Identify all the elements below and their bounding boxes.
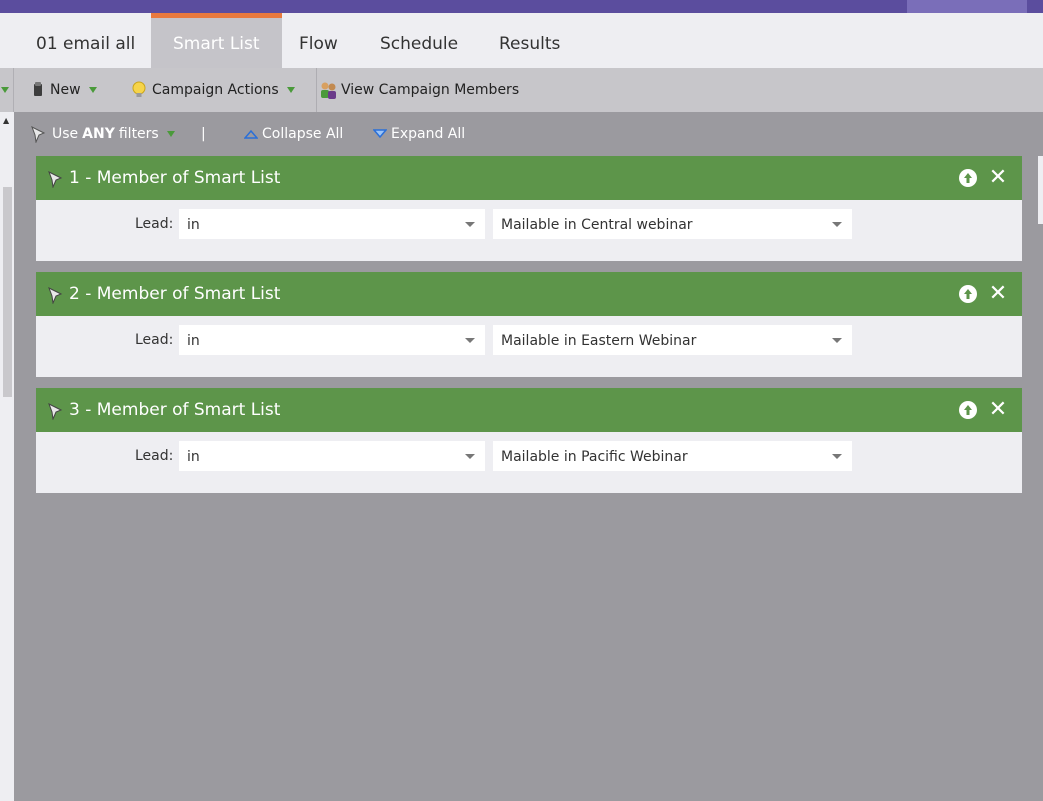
operator-select[interactable]: in	[179, 441, 485, 471]
filter-logic-suffix: filters	[118, 126, 159, 142]
lead-label: Lead:	[135, 332, 174, 348]
tab-01-email-all[interactable]: 01 email all	[14, 13, 157, 68]
filter-options-bar: Use ANY filters | Collapse All Expand Al…	[14, 112, 1043, 156]
operator-value: in	[187, 449, 200, 465]
collapse-all-label: Collapse All	[262, 126, 344, 142]
new-button-label: New	[50, 82, 81, 98]
funnel-icon	[48, 286, 63, 304]
move-up-button[interactable]	[959, 285, 977, 303]
chevron-down-icon	[465, 222, 475, 227]
scroll-up-icon[interactable]: ▲	[3, 116, 9, 125]
close-icon[interactable]: ✕	[988, 398, 1008, 422]
campaign-actions-button[interactable]: Campaign Actions	[132, 68, 295, 112]
close-icon[interactable]: ✕	[988, 166, 1008, 190]
arrow-up-icon	[964, 173, 972, 183]
filter-logic-mode: ANY	[82, 126, 115, 142]
filter-card-title: 1 - Member of Smart List	[69, 168, 281, 188]
smart-list-value: Mailable in Eastern Webinar	[501, 333, 697, 349]
funnel-icon	[48, 170, 63, 188]
view-campaign-members-button[interactable]: View Campaign Members	[319, 68, 519, 112]
filterbar-separator: |	[201, 126, 206, 142]
people-icon	[321, 82, 336, 99]
expand-all-button[interactable]: Expand All	[373, 112, 465, 156]
toolbar: New Campaign Actions View Campaign Membe…	[14, 68, 1043, 112]
right-panel-edge	[1038, 156, 1043, 224]
view-campaign-members-label: View Campaign Members	[341, 82, 520, 98]
tree-toggle[interactable]	[0, 68, 14, 112]
chevron-down-icon	[832, 338, 842, 343]
tab-smart-list[interactable]: Smart List	[151, 13, 282, 68]
chevron-down-icon	[832, 454, 842, 459]
lead-label: Lead:	[135, 448, 174, 464]
smart-list-value: Mailable in Central webinar	[501, 217, 693, 233]
filter-logic-dropdown[interactable]: Use ANY filters	[30, 112, 175, 156]
header-chip[interactable]	[907, 0, 1027, 13]
filter-card-header[interactable]: 1 - Member of Smart List ✕	[36, 156, 1022, 200]
top-header-bar	[0, 0, 1043, 13]
left-scrollbar[interactable]: ▲	[0, 112, 14, 801]
filter-card-title: 3 - Member of Smart List	[69, 400, 281, 420]
expand-all-label: Expand All	[391, 126, 466, 142]
lead-label: Lead:	[135, 216, 174, 232]
operator-value: in	[187, 333, 200, 349]
new-document-icon	[34, 82, 42, 96]
tab-schedule[interactable]: Schedule	[358, 13, 480, 68]
smart-list-select[interactable]: Mailable in Pacific Webinar	[493, 441, 852, 471]
chevron-down-icon	[88, 87, 97, 93]
smart-list-value: Mailable in Pacific Webinar	[501, 449, 688, 465]
chevron-down-icon	[1, 87, 9, 93]
smart-list-select[interactable]: Mailable in Central webinar	[493, 209, 852, 239]
tab-results[interactable]: Results	[477, 13, 582, 68]
filter-logic-prefix: Use	[52, 126, 79, 142]
expand-icon	[373, 129, 387, 139]
campaign-actions-label: Campaign Actions	[152, 82, 279, 98]
new-button[interactable]: New	[32, 68, 97, 112]
chevron-down-icon	[832, 222, 842, 227]
chevron-down-icon	[286, 87, 295, 93]
lightbulb-icon	[132, 81, 146, 97]
tab-bar: 01 email all Smart List Flow Schedule Re…	[0, 13, 1043, 68]
toolbar-divider	[316, 68, 317, 112]
collapse-all-button[interactable]: Collapse All	[244, 112, 343, 156]
arrow-up-icon	[964, 405, 972, 415]
chevron-down-icon	[166, 131, 175, 137]
funnel-icon	[31, 125, 46, 143]
scrollbar-thumb[interactable]	[3, 187, 12, 397]
filter-card: 2 - Member of Smart List ✕ Lead: in Mail…	[36, 272, 1022, 377]
filter-card-title: 2 - Member of Smart List	[69, 284, 281, 304]
chevron-down-icon	[465, 338, 475, 343]
operator-select[interactable]: in	[179, 325, 485, 355]
filter-card: 3 - Member of Smart List ✕ Lead: in Mail…	[36, 388, 1022, 493]
operator-select[interactable]: in	[179, 209, 485, 239]
funnel-icon	[48, 402, 63, 420]
smart-list-select[interactable]: Mailable in Eastern Webinar	[493, 325, 852, 355]
filter-card: 1 - Member of Smart List ✕ Lead: in Mail…	[36, 156, 1022, 261]
chevron-down-icon	[465, 454, 475, 459]
close-icon[interactable]: ✕	[988, 282, 1008, 306]
arrow-up-icon	[964, 289, 972, 299]
filter-card-header[interactable]: 2 - Member of Smart List ✕	[36, 272, 1022, 316]
move-up-button[interactable]	[959, 169, 977, 187]
filter-card-header[interactable]: 3 - Member of Smart List ✕	[36, 388, 1022, 432]
move-up-button[interactable]	[959, 401, 977, 419]
collapse-icon	[244, 129, 258, 139]
tab-flow[interactable]: Flow	[277, 13, 360, 68]
operator-value: in	[187, 217, 200, 233]
